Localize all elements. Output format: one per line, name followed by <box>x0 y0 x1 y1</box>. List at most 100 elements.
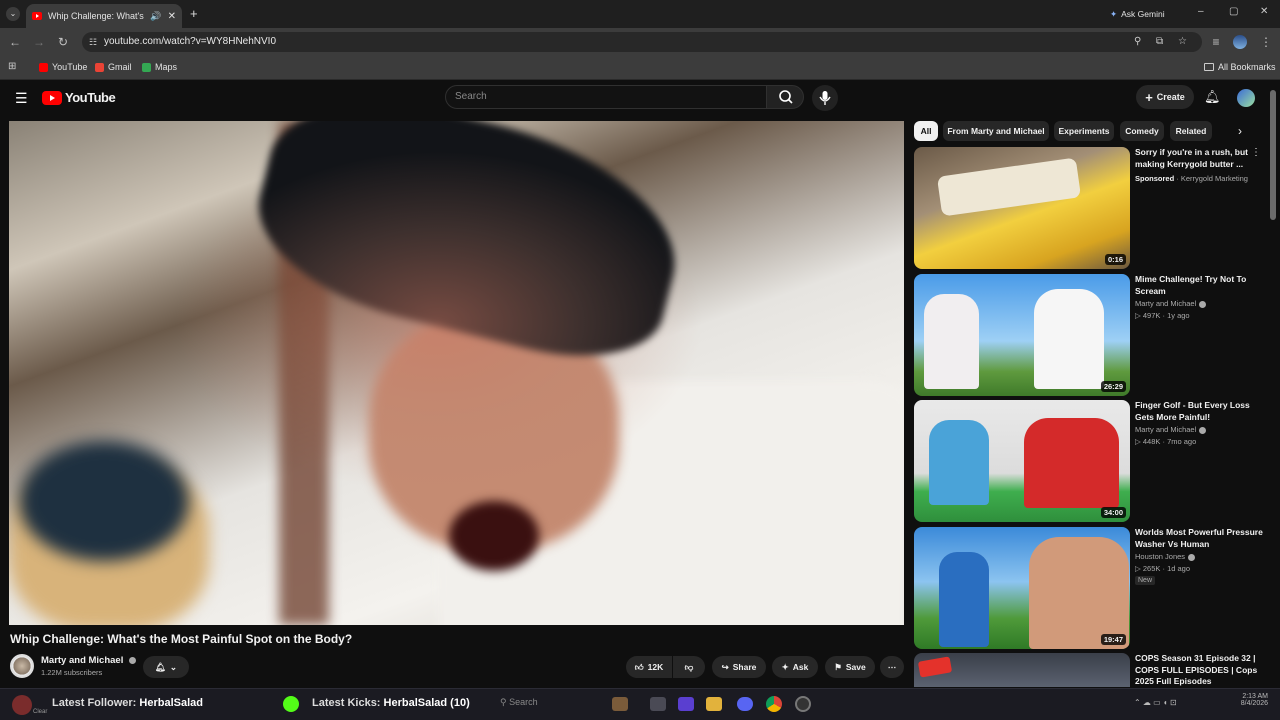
upload-age: 1y ago <box>1167 311 1190 320</box>
rec-channel[interactable]: Marty and Michael <box>1135 425 1207 434</box>
youtube-icon <box>39 62 48 72</box>
video-thumbnail[interactable]: 26:29 <box>914 274 1130 396</box>
ask-gemini-button[interactable]: ✦ Ask Gemini <box>1104 6 1171 22</box>
verified-icon <box>1199 426 1207 434</box>
bookmark-icon: ⚑ <box>834 661 842 672</box>
rec-title[interactable]: Worlds Most Powerful Pressure Washer Vs … <box>1135 527 1265 550</box>
channel-name-text: Marty and Michael <box>1135 299 1197 308</box>
chip-experiments[interactable]: Experiments <box>1054 121 1114 141</box>
thumbnail-detail <box>1024 418 1119 508</box>
rec-channel[interactable]: Marty and Michael <box>1135 299 1207 308</box>
search-input[interactable]: Search <box>445 85 767 109</box>
video-thumbnail[interactable]: 34:00 <box>914 400 1130 522</box>
rec-title[interactable]: COPS Season 31 Episode 32 | COPS FULL EP… <box>1135 653 1265 687</box>
rec-title[interactable]: Finger Golf - But Every Loss Gets More P… <box>1135 400 1265 423</box>
taskbar-app-icon[interactable] <box>650 697 666 711</box>
recommendation-item[interactable]: 19:47 Worlds Most Powerful Pressure Wash… <box>914 527 1274 649</box>
taskbar-search[interactable]: ⚲ Search <box>500 697 538 708</box>
follower-name: HerbalSalad <box>139 697 203 709</box>
thumbnail-detail <box>939 552 989 647</box>
chip-comedy[interactable]: Comedy <box>1120 121 1164 141</box>
reload-icon[interactable]: ↻ <box>53 32 73 52</box>
back-icon[interactable]: ← <box>5 32 25 52</box>
profile-avatar[interactable] <box>1233 35 1247 49</box>
voice-search-button[interactable] <box>812 85 838 111</box>
taskbar-app-icon[interactable] <box>795 696 811 712</box>
hamburger-menu-icon[interactable]: ☰ <box>15 90 28 107</box>
dislike-button[interactable]: 👎︎ <box>673 656 705 678</box>
save-button[interactable]: ⚑ Save <box>825 656 875 678</box>
new-tab-button[interactable]: + <box>190 6 198 21</box>
account-avatar[interactable] <box>1237 89 1255 107</box>
address-bar[interactable]: ☷ youtube.com/watch?v=WY8HNehNVI0 ⚲ ⧉ ☆ <box>82 32 1202 52</box>
close-tab-icon[interactable]: ✕ <box>168 11 176 22</box>
youtube-logo[interactable]: YouTube <box>42 90 116 105</box>
forward-icon[interactable]: → <box>29 32 49 52</box>
share-label: Share <box>732 662 757 672</box>
zoom-icon[interactable]: ⚲ <box>1134 32 1141 52</box>
channel-name-text: Houston Jones <box>1135 552 1186 561</box>
like-button[interactable]: 👍︎ 12K <box>626 656 672 678</box>
video-thumbnail[interactable]: 0:16 <box>914 147 1130 269</box>
taskbar-app-icon[interactable] <box>678 697 694 711</box>
chips-next-arrow-icon[interactable]: › <box>1238 124 1242 138</box>
recommendation-item[interactable]: 0:16 Sorry if you're in a rush, but maki… <box>914 147 1274 269</box>
channel-name[interactable]: Marty and Michael <box>41 655 136 666</box>
bookmark-youtube[interactable]: YouTube <box>39 62 87 72</box>
speaker-icon[interactable]: 🔊 <box>150 11 161 22</box>
install-icon[interactable]: ⧉ <box>1156 32 1163 52</box>
close-window-button[interactable]: ✕ <box>1260 6 1268 17</box>
all-bookmarks-label: All Bookmarks <box>1218 62 1276 72</box>
maximize-button[interactable]: ▢ <box>1229 6 1238 17</box>
ask-button[interactable]: ✦ Ask <box>772 656 818 678</box>
video-thumbnail[interactable] <box>914 653 1130 687</box>
tab-list-button[interactable]: ⌄ <box>6 7 20 21</box>
recommendation-item[interactable]: 34:00 Finger Golf - But Every Loss Gets … <box>914 400 1274 522</box>
video-player[interactable] <box>9 121 904 625</box>
taskbar-app-icon[interactable] <box>737 697 753 711</box>
sidebar-scrollbar[interactable] <box>1270 90 1276 220</box>
rec-channel[interactable]: Houston Jones <box>1135 552 1196 561</box>
bookmark-gmail[interactable]: Gmail <box>95 62 132 72</box>
bookmark-maps[interactable]: Maps <box>142 62 177 72</box>
tray-icons[interactable]: ⌃ ☁ ▭ ◖ ⊡ <box>1134 698 1177 707</box>
taskbar-app-icon[interactable] <box>706 697 722 711</box>
verified-icon <box>1188 553 1196 561</box>
thumbs-up-icon: 👍︎ <box>634 661 644 672</box>
taskbar-app-icon[interactable] <box>612 697 628 711</box>
rec-stats: ▷ 265K · 1d ago <box>1135 564 1191 573</box>
apps-grid-icon[interactable]: ⊞ <box>8 61 16 72</box>
menu-icon[interactable]: ⋮ <box>1256 32 1276 52</box>
reading-list-icon[interactable]: ≡ <box>1206 32 1226 52</box>
subscribed-bell-button[interactable]: 🔔︎ ⌄ <box>143 656 189 678</box>
site-info-icon[interactable]: ☷ <box>89 32 97 52</box>
minimize-button[interactable]: – <box>1198 6 1204 17</box>
recommendation-item[interactable]: COPS Season 31 Episode 32 | COPS FULL EP… <box>914 653 1274 687</box>
notifications-bell-icon[interactable]: 🔔︎ <box>1204 89 1221 105</box>
thumbnail-detail <box>917 656 953 678</box>
rec-title[interactable]: Sorry if you're in a rush, but making Ke… <box>1135 147 1265 170</box>
kicks-value: HerbalSalad (10) <box>383 697 470 709</box>
bookmark-label: Maps <box>155 62 178 72</box>
chip-all[interactable]: All <box>914 121 938 141</box>
more-options-icon[interactable]: ⋮ <box>1251 147 1261 158</box>
bookmark-star-icon[interactable]: ☆ <box>1178 32 1187 52</box>
save-label: Save <box>845 662 866 672</box>
new-badge: New <box>1135 576 1156 585</box>
all-bookmarks[interactable]: All Bookmarks <box>1204 62 1276 72</box>
tab-active[interactable]: Whip Challenge: What's the 🔊 ✕ <box>26 4 182 28</box>
create-button[interactable]: + Create <box>1136 85 1194 109</box>
recommendation-item[interactable]: 26:29 Mime Challenge! Try Not To Scream … <box>914 274 1274 396</box>
video-frame-shading <box>9 121 904 625</box>
more-actions-button[interactable]: ⋯ <box>880 656 904 678</box>
rec-title[interactable]: Mime Challenge! Try Not To Scream <box>1135 274 1265 297</box>
chip-related[interactable]: Related <box>1170 121 1212 141</box>
video-thumbnail[interactable]: 19:47 <box>914 527 1130 649</box>
search-button[interactable] <box>766 85 804 109</box>
chip-from-channel[interactable]: From Marty and Michael <box>943 121 1049 141</box>
channel-avatar[interactable] <box>10 654 34 678</box>
clock[interactable]: 2:13 AM 8/4/2026 <box>1222 693 1268 707</box>
taskbar-chrome-icon[interactable] <box>766 696 782 712</box>
browser-toolbar: ← → ↻ ☷ youtube.com/watch?v=WY8HNehNVI0 … <box>0 28 1280 56</box>
share-button[interactable]: ↪ Share <box>712 656 766 678</box>
